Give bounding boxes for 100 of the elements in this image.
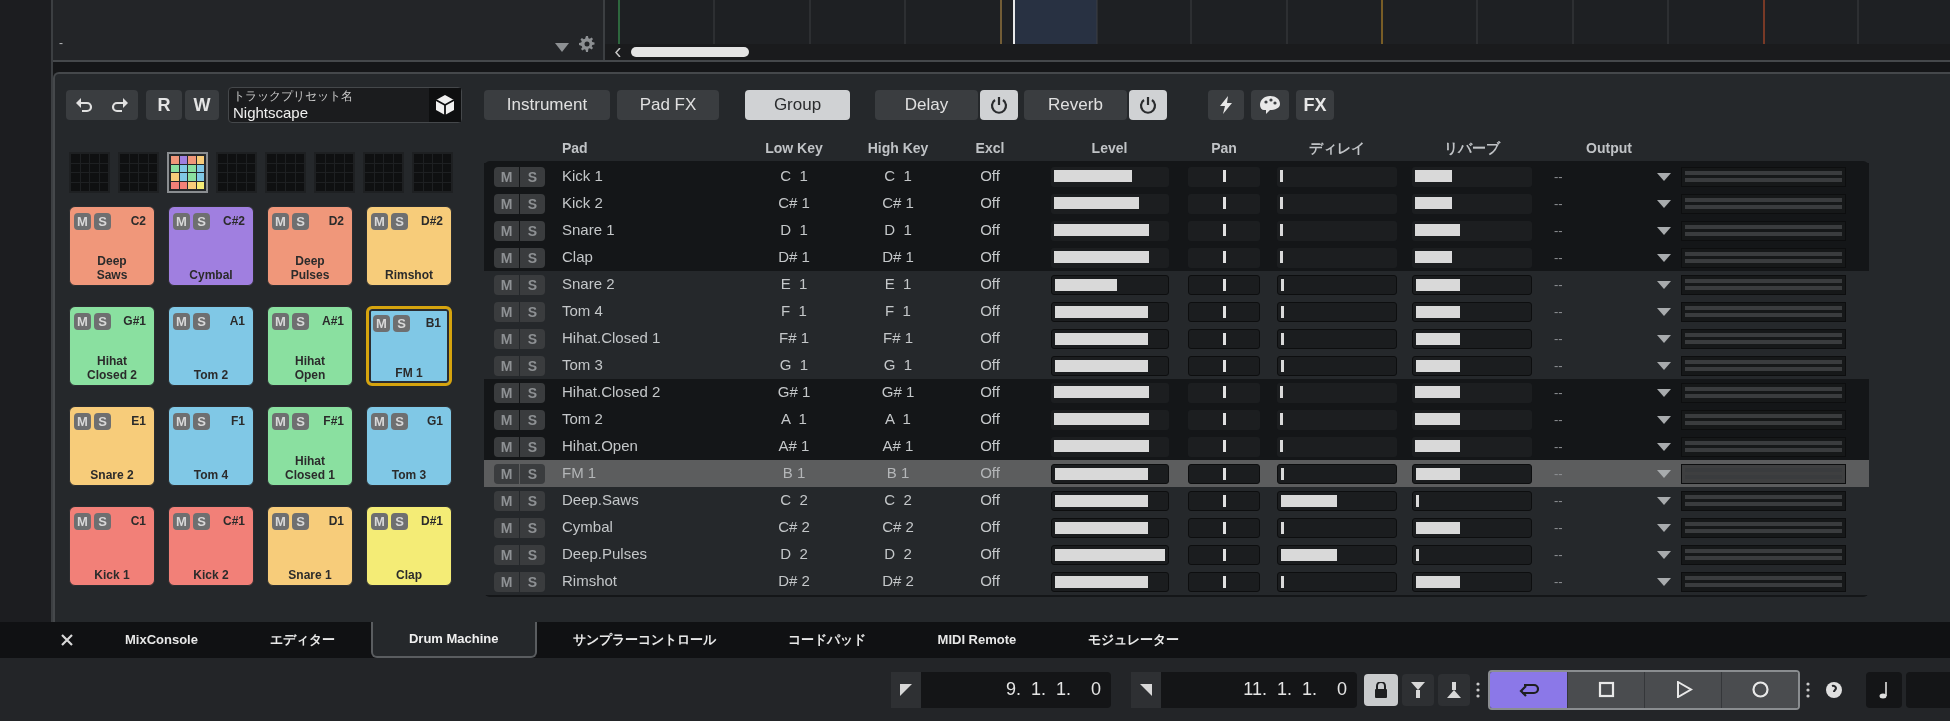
delay-slider[interactable] (1276, 382, 1397, 403)
mute-button[interactable]: M (74, 512, 91, 530)
level-slider[interactable] (1050, 409, 1169, 430)
dropdown-triangle-icon[interactable] (1657, 253, 1671, 262)
power-button[interactable] (980, 90, 1018, 120)
mute-button[interactable]: M (494, 355, 519, 376)
drum-pad[interactable]: M S C2 Deep Saws (69, 206, 155, 286)
power-button[interactable] (1129, 90, 1167, 120)
note-icon[interactable] (1879, 680, 1889, 699)
reverb-slider[interactable] (1411, 382, 1532, 403)
mute-button[interactable]: M (494, 463, 519, 484)
solo-button[interactable]: S (520, 274, 545, 295)
left-locator-field[interactable]: 9. 1. 1. 0 (891, 671, 1111, 708)
solo-button[interactable]: S (94, 212, 111, 230)
reverb-slider[interactable] (1411, 301, 1532, 322)
solo-button[interactable]: S (391, 512, 408, 530)
dropdown-triangle-icon[interactable] (1657, 388, 1671, 397)
panel-tab[interactable]: コードパッド (751, 622, 902, 658)
settings-icon[interactable] (579, 36, 595, 52)
play-button[interactable] (1644, 671, 1721, 708)
pan-slider[interactable] (1188, 382, 1260, 403)
preset-field[interactable]: トラックプリセット名 Nightscape (228, 87, 462, 123)
pad-row[interactable]: M S Rimshot D# 2 D# 2 Off -- (484, 568, 1869, 595)
pan-slider[interactable] (1188, 409, 1260, 430)
solo-button[interactable]: S (292, 512, 309, 530)
slider-thumb[interactable] (1223, 494, 1226, 507)
solo-button[interactable]: S (520, 355, 545, 376)
solo-button[interactable]: S (520, 490, 545, 511)
mode-tab[interactable]: Pad FX (617, 90, 719, 120)
solo-button[interactable]: S (520, 571, 545, 592)
drum-pad[interactable]: M S B1 FM 1 (366, 306, 452, 386)
pan-slider[interactable] (1188, 355, 1260, 376)
delay-slider[interactable] (1276, 463, 1397, 484)
reverb-slider[interactable] (1411, 166, 1532, 187)
slider-thumb[interactable] (1223, 575, 1226, 588)
column-header[interactable]: ディレイ (1269, 137, 1404, 159)
panel-tab[interactable]: Drum Machine (370, 622, 537, 658)
mute-button[interactable]: M (494, 166, 519, 187)
mode-tab[interactable]: Instrument (484, 90, 610, 120)
slider-thumb[interactable] (1223, 385, 1226, 398)
mute-button[interactable]: M (74, 412, 91, 430)
slider-thumb[interactable] (1223, 467, 1226, 480)
reverb-slider[interactable] (1411, 409, 1532, 430)
mode-tab[interactable]: Group (745, 90, 850, 120)
pan-slider[interactable] (1188, 247, 1260, 268)
slider-thumb[interactable] (1223, 548, 1226, 561)
dropdown-triangle-icon[interactable] (1657, 496, 1671, 505)
column-header[interactable]: Level (1040, 137, 1179, 159)
mute-button[interactable]: M (494, 571, 519, 592)
delay-slider[interactable] (1276, 193, 1397, 214)
pad-row[interactable]: M S Tom 3 G 1 G 1 Off -- (484, 352, 1869, 379)
solo-button[interactable]: S (520, 544, 545, 565)
solo-button[interactable]: S (520, 382, 545, 403)
write-automation-button[interactable]: W (185, 90, 219, 120)
delay-slider[interactable] (1276, 166, 1397, 187)
mute-button[interactable]: M (371, 412, 388, 430)
mute-button[interactable]: M (371, 212, 388, 230)
delay-slider[interactable] (1276, 220, 1397, 241)
pad-bank[interactable] (167, 152, 208, 193)
level-slider[interactable] (1050, 355, 1169, 376)
effect-button[interactable]: Reverb (1024, 90, 1127, 120)
column-header[interactable]: Pad (562, 137, 732, 159)
drum-pad[interactable]: M S D#1 Clap (366, 506, 452, 586)
level-slider[interactable] (1050, 382, 1169, 403)
mute-button[interactable]: M (494, 193, 519, 214)
slider-thumb[interactable] (1223, 250, 1226, 263)
solo-button[interactable]: S (520, 328, 545, 349)
dropdown-triangle-icon[interactable] (1657, 361, 1671, 370)
delay-slider[interactable] (1276, 571, 1397, 592)
solo-button[interactable]: S (193, 312, 210, 330)
solo-button[interactable]: S (520, 166, 545, 187)
delay-slider[interactable] (1276, 328, 1397, 349)
dropdown-triangle-icon[interactable] (1657, 577, 1671, 586)
pan-slider[interactable] (1188, 517, 1260, 538)
more-icon[interactable] (1806, 681, 1810, 698)
solo-button[interactable]: S (520, 193, 545, 214)
solo-button[interactable]: S (391, 412, 408, 430)
level-slider[interactable] (1050, 463, 1169, 484)
reverb-slider[interactable] (1411, 517, 1532, 538)
mute-button[interactable]: M (74, 312, 91, 330)
level-slider[interactable] (1050, 193, 1169, 214)
solo-button[interactable]: S (520, 436, 545, 457)
mute-button[interactable]: M (272, 312, 289, 330)
mute-button[interactable]: M (494, 436, 519, 457)
move-up-button[interactable] (1438, 673, 1470, 706)
level-slider[interactable] (1050, 166, 1169, 187)
pad-row[interactable]: M S Deep.Saws C 2 C 2 Off -- (484, 487, 1869, 514)
slider-thumb[interactable] (1223, 305, 1226, 318)
solo-button[interactable]: S (391, 212, 408, 230)
pad-row[interactable]: M S Snare 2 E 1 E 1 Off -- (484, 271, 1869, 298)
mute-button[interactable]: M (272, 512, 289, 530)
mute-button[interactable]: M (272, 212, 289, 230)
mute-button[interactable]: M (494, 301, 519, 322)
pan-slider[interactable] (1188, 193, 1260, 214)
pan-slider[interactable] (1188, 301, 1260, 322)
solo-button[interactable]: S (393, 314, 410, 332)
drum-pad[interactable]: M S A#1 Hihat Open (267, 306, 353, 386)
slider-thumb[interactable] (1223, 359, 1226, 372)
mute-button[interactable]: M (494, 517, 519, 538)
column-header[interactable]: Pan (1179, 137, 1269, 159)
